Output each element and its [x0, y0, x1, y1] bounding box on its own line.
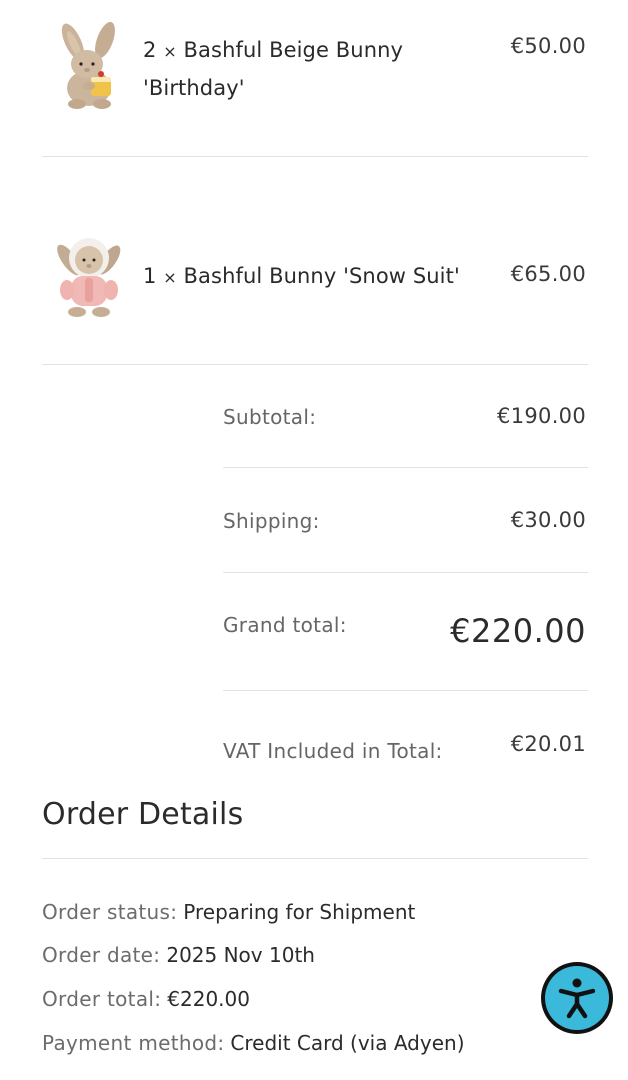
grand-total-label: Grand total:: [223, 613, 347, 637]
product-name-line1: Bashful Beige Bunny: [183, 38, 404, 62]
product-quantity: 1: [143, 264, 157, 288]
payment-method-row: Payment method: Credit Card (via Adyen): [42, 1031, 465, 1055]
accessibility-button-face: [545, 966, 609, 1030]
shipping-label: Shipping:: [223, 509, 320, 533]
accessibility-button[interactable]: [541, 962, 613, 1034]
divider: [223, 690, 588, 691]
payment-method-label: Payment method:: [42, 1031, 225, 1055]
order-status-label: Order status:: [42, 900, 178, 924]
shipping-value: €30.00: [510, 508, 586, 532]
divider: [223, 572, 588, 573]
divider: [42, 858, 588, 859]
order-date-label: Order date:: [42, 943, 161, 967]
product-name: 1 × Bashful Bunny 'Snow Suit': [143, 258, 460, 296]
bunny-snow-suit-image: [47, 230, 133, 320]
times-sign: ×: [163, 268, 177, 287]
payment-method-value: Credit Card (via Adyen): [230, 1031, 465, 1055]
subtotal-label: Subtotal:: [223, 405, 317, 429]
product-quantity: 2: [143, 38, 157, 62]
order-total-label: Order total:: [42, 987, 162, 1011]
divider: [42, 364, 588, 365]
order-date-value: 2025 Nov 10th: [166, 943, 315, 967]
grand-total-value: €220.00: [450, 612, 586, 650]
beige-bunny-birthday-image: [47, 21, 133, 112]
product-name: 2 × Bashful Beige Bunny 'Birthday': [143, 32, 403, 107]
divider: [42, 156, 588, 157]
divider: [223, 467, 588, 468]
product-price: €65.00: [510, 262, 586, 286]
product-price: €50.00: [510, 34, 586, 58]
order-details-title: Order Details: [42, 797, 244, 832]
order-date-row: Order date: 2025 Nov 10th: [42, 943, 315, 967]
order-total-value: €220.00: [167, 987, 250, 1011]
times-sign: ×: [163, 42, 177, 61]
order-status-value: Preparing for Shipment: [183, 900, 416, 924]
subtotal-value: €190.00: [497, 404, 586, 428]
order-total-row: Order total: €220.00: [42, 987, 250, 1011]
product-name-line1: Bashful Bunny 'Snow Suit': [183, 264, 460, 288]
vat-label: VAT Included in Total:: [223, 739, 443, 763]
product-name-line2: 'Birthday': [143, 76, 245, 100]
vat-value: €20.01: [510, 732, 586, 756]
accessibility-person-icon: [558, 978, 596, 1019]
order-status-row: Order status: Preparing for Shipment: [42, 900, 415, 924]
